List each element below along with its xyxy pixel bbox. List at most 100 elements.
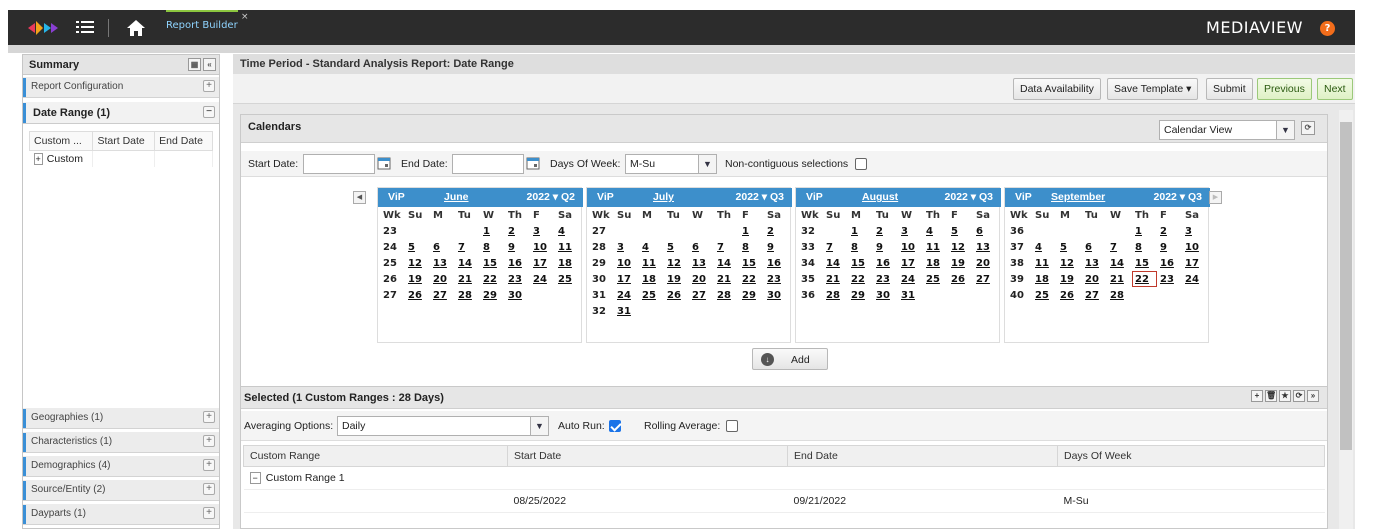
collapse-down-icon[interactable]: » <box>1307 390 1319 402</box>
week-number[interactable]: 25 <box>380 255 405 271</box>
vip-link[interactable]: ViP <box>388 191 405 203</box>
collapse-tree-icon[interactable]: − <box>249 472 261 484</box>
day-cell[interactable]: 4 <box>923 223 948 239</box>
day-cell[interactable]: 6 <box>689 239 714 255</box>
tab-close-icon[interactable]: × <box>241 12 249 22</box>
section-demographics[interactable]: Demographics (4) + <box>23 456 219 477</box>
day-cell[interactable]: 26 <box>405 287 430 303</box>
day-cell[interactable]: 17 <box>1182 255 1207 271</box>
day-cell[interactable]: 5 <box>664 239 689 255</box>
help-icon[interactable]: ? <box>1320 21 1335 36</box>
day-cell[interactable]: 7 <box>823 239 848 255</box>
day-cell[interactable]: 27 <box>1082 287 1107 303</box>
day-cell[interactable]: 3 <box>614 239 639 255</box>
day-cell[interactable]: 18 <box>923 255 948 271</box>
day-cell[interactable]: 29 <box>739 287 764 303</box>
day-cell[interactable]: 25 <box>555 271 580 287</box>
chevron-down-icon[interactable]: ▼ <box>698 155 716 173</box>
day-cell[interactable]: 28 <box>714 287 739 303</box>
section-source-entity[interactable]: Source/Entity (2) + <box>23 480 219 501</box>
non-contiguous-checkbox[interactable] <box>855 158 867 170</box>
day-cell[interactable]: 24 <box>1182 271 1207 287</box>
day-cell[interactable]: 21 <box>1107 271 1132 287</box>
expand-tree-icon[interactable]: + <box>33 153 43 165</box>
week-number[interactable]: 37 <box>1007 239 1032 255</box>
day-cell[interactable]: 17 <box>898 255 923 271</box>
refresh-icon[interactable]: ⟳ <box>1301 121 1315 135</box>
day-cell[interactable]: 17 <box>530 255 555 271</box>
day-cell[interactable]: 14 <box>1107 255 1132 271</box>
day-cell[interactable]: 10 <box>614 255 639 271</box>
day-cell[interactable]: 11 <box>639 255 664 271</box>
week-number[interactable]: 26 <box>380 271 405 287</box>
collapse-left-icon[interactable]: « <box>203 58 216 71</box>
day-cell[interactable]: 6 <box>1082 239 1107 255</box>
add-icon[interactable]: + <box>1251 390 1263 402</box>
day-cell[interactable]: 16 <box>1157 255 1182 271</box>
submit-button[interactable]: Submit <box>1206 78 1253 100</box>
day-cell[interactable]: 19 <box>405 271 430 287</box>
day-cell[interactable]: 26 <box>1057 287 1082 303</box>
column-header[interactable]: Start Date <box>92 131 156 151</box>
section-geographies[interactable]: Geographies (1) + <box>23 408 219 429</box>
week-number[interactable]: 36 <box>798 287 823 303</box>
day-cell[interactable]: 21 <box>455 271 480 287</box>
day-cell[interactable]: 15 <box>1132 255 1157 271</box>
day-cell[interactable]: 8 <box>1132 239 1157 255</box>
day-cell[interactable]: 13 <box>1082 255 1107 271</box>
day-cell[interactable]: 21 <box>714 271 739 287</box>
previous-button[interactable]: Previous <box>1257 78 1312 100</box>
week-number[interactable]: 32 <box>798 223 823 239</box>
day-cell[interactable]: 8 <box>739 239 764 255</box>
vertical-scrollbar[interactable] <box>1339 110 1353 529</box>
averaging-options-select[interactable]: Daily ▼ <box>337 416 549 436</box>
day-cell[interactable]: 3 <box>898 223 923 239</box>
day-cell[interactable]: 23 <box>873 271 898 287</box>
day-cell[interactable]: 13 <box>430 255 455 271</box>
day-cell[interactable]: 15 <box>480 255 505 271</box>
day-cell[interactable]: 24 <box>898 271 923 287</box>
day-cell[interactable]: 22 <box>739 271 764 287</box>
day-cell[interactable]: 12 <box>948 239 973 255</box>
chevron-down-icon[interactable]: ▼ <box>530 417 548 435</box>
day-cell[interactable]: 20 <box>973 255 998 271</box>
day-cell[interactable]: 24 <box>614 287 639 303</box>
week-number[interactable]: 27 <box>380 287 405 303</box>
day-cell[interactable]: 28 <box>823 287 848 303</box>
week-number[interactable]: 31 <box>589 287 614 303</box>
column-header[interactable]: Custom ... <box>28 131 94 151</box>
column-header[interactable]: Start Date <box>507 445 788 467</box>
day-cell[interactable]: 27 <box>430 287 455 303</box>
day-cell[interactable]: 4 <box>1032 239 1057 255</box>
data-availability-button[interactable]: Data Availability <box>1013 78 1101 100</box>
section-dayparts[interactable]: Dayparts (1) + <box>23 504 219 525</box>
week-number[interactable]: 30 <box>589 271 614 287</box>
day-cell[interactable]: 20 <box>689 271 714 287</box>
day-cell[interactable]: 30 <box>873 287 898 303</box>
section-date-range[interactable]: Date Range (1) − <box>23 102 219 124</box>
day-cell[interactable]: 5 <box>948 223 973 239</box>
days-of-week-select[interactable]: M-Su ▼ <box>625 154 717 174</box>
day-cell[interactable]: 1 <box>848 223 873 239</box>
week-number[interactable]: 34 <box>798 255 823 271</box>
day-cell[interactable]: 6 <box>430 239 455 255</box>
week-number[interactable]: 29 <box>589 255 614 271</box>
day-cell[interactable]: 18 <box>639 271 664 287</box>
day-cell[interactable]: 1 <box>739 223 764 239</box>
day-cell[interactable]: 16 <box>505 255 530 271</box>
day-cell[interactable]: 13 <box>973 239 998 255</box>
end-date-input[interactable] <box>452 154 524 174</box>
day-cell[interactable]: 15 <box>739 255 764 271</box>
week-number[interactable]: 39 <box>1007 271 1032 287</box>
day-cell[interactable]: 3 <box>530 223 555 239</box>
week-number[interactable]: 23 <box>380 223 405 239</box>
day-cell[interactable]: 19 <box>664 271 689 287</box>
refresh-icon[interactable]: ⟳ <box>1293 390 1305 402</box>
month-name-link[interactable]: August <box>862 191 898 203</box>
day-cell[interactable]: 12 <box>1057 255 1082 271</box>
day-cell[interactable]: 2 <box>1157 223 1182 239</box>
vip-link[interactable]: ViP <box>806 191 823 203</box>
day-cell[interactable]: 28 <box>455 287 480 303</box>
day-cell[interactable]: 23 <box>764 271 789 287</box>
day-cell[interactable]: 16 <box>873 255 898 271</box>
